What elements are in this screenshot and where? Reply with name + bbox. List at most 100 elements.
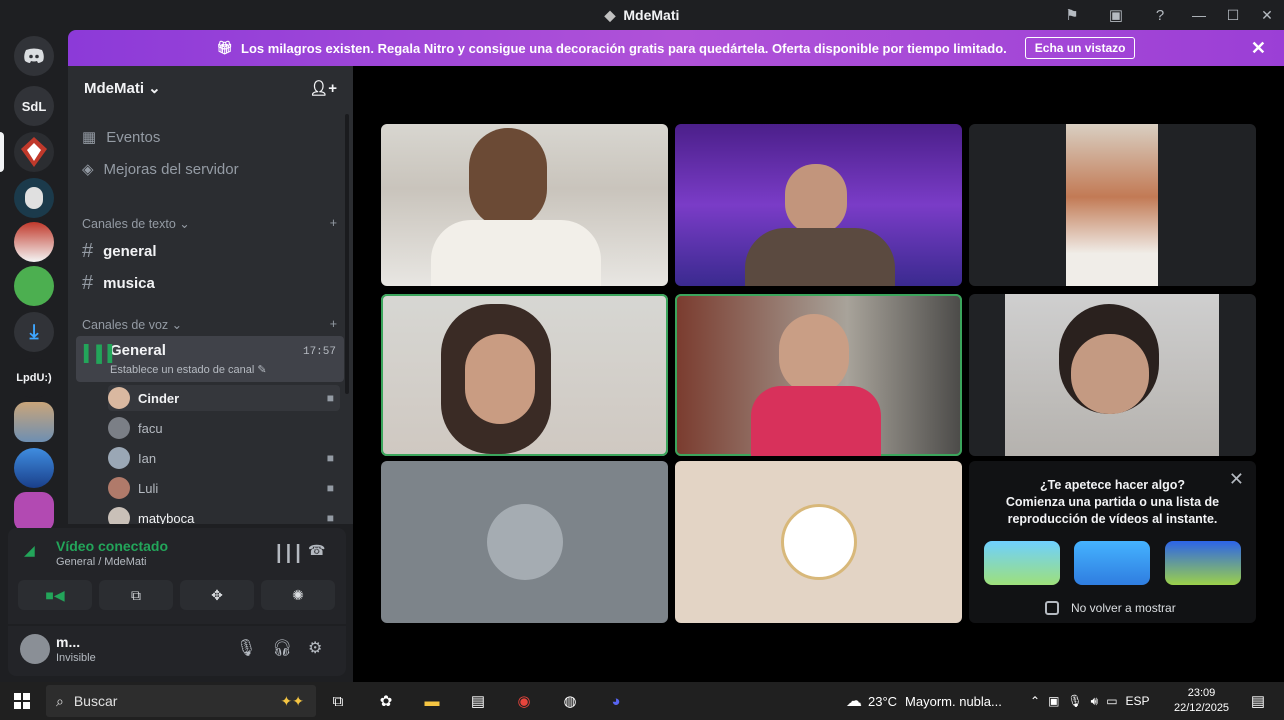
- taskbar-search[interactable]: ⌕ Buscar ✦✦: [46, 685, 316, 717]
- clock[interactable]: 23:09 22/12/2025: [1174, 682, 1229, 720]
- voice-member[interactable]: matyboca ■: [108, 505, 340, 524]
- microphone-icon[interactable]: 🎙︎: [236, 638, 256, 658]
- chrome-icon[interactable]: ◉: [510, 688, 538, 714]
- settings-gear-icon[interactable]: ⚙︎: [308, 638, 322, 658]
- channel-status[interactable]: Establece un estado de canal ✎: [110, 363, 336, 376]
- activity-message: ¿Te apetece hacer algo? Comienza una par…: [1005, 478, 1220, 526]
- guild-icon-4[interactable]: [14, 222, 54, 262]
- guild-mdemati[interactable]: [14, 132, 54, 172]
- nav-events[interactable]: ▦ Eventos: [82, 128, 160, 147]
- video-tile[interactable]: [969, 124, 1256, 286]
- notifications-icon[interactable]: ▤: [1244, 688, 1272, 714]
- gift-icon: 🎁︎: [216, 40, 234, 55]
- sidebar-scrollbar[interactable]: [345, 114, 349, 394]
- activity-game-tile[interactable]: [1074, 541, 1150, 585]
- video-tile[interactable]: [675, 124, 962, 286]
- activities-button[interactable]: ✥: [180, 580, 254, 610]
- voice-member[interactable]: Ian ■: [108, 445, 340, 471]
- connection-signal-icon: ◢: [24, 542, 35, 558]
- cloud-icon: ☁︎: [846, 693, 862, 710]
- close-icon[interactable]: ✕: [1251, 38, 1266, 59]
- channel-musica[interactable]: # musica: [82, 272, 155, 295]
- chevron-up-icon[interactable]: ⌃: [1030, 694, 1040, 708]
- activities-icon: ✥: [211, 586, 223, 603]
- obs-icon[interactable]: ◍: [556, 688, 584, 714]
- network-icon[interactable]: ▭: [1106, 694, 1117, 708]
- guild-icon-5[interactable]: [14, 266, 54, 306]
- activity-game-tile[interactable]: [984, 541, 1060, 585]
- call-duration: 17:57: [302, 346, 336, 358]
- chevron-down-icon: ⌄: [148, 80, 161, 97]
- flag-icon[interactable]: ⚑: [1050, 0, 1094, 30]
- category-voice[interactable]: Canales de voz ⌄ +: [82, 317, 337, 332]
- activity-suggestion-card: ✕ ¿Te apetece hacer algo? Comienza una p…: [969, 461, 1256, 623]
- tray-app-icon[interactable]: ▣: [1048, 694, 1059, 708]
- avatar[interactable]: [20, 634, 50, 664]
- mic-tray-icon[interactable]: 🎙︎: [1067, 694, 1082, 708]
- headphones-icon[interactable]: 🎧︎: [272, 638, 292, 658]
- soundboard-button[interactable]: ✺: [261, 580, 335, 610]
- discord-home-icon[interactable]: [14, 36, 54, 76]
- guild-sdl[interactable]: SdL: [14, 86, 54, 126]
- windows-start-icon[interactable]: [8, 688, 36, 714]
- voice-member[interactable]: Cinder ■: [108, 385, 340, 411]
- category-text[interactable]: Canales de texto ⌄ +: [82, 216, 337, 231]
- volume-icon[interactable]: 🔊︎: [1091, 694, 1099, 709]
- activity-game-tile[interactable]: [1165, 541, 1241, 585]
- voice-member[interactable]: Luli ■: [108, 475, 340, 501]
- guild-icon-8[interactable]: [14, 448, 54, 488]
- server-header[interactable]: MdeMati ⌄ 👤︎+: [68, 66, 353, 110]
- avatar: [108, 447, 130, 469]
- voice-channel-general[interactable]: ▍▌▍ General Establece un estado de canal…: [76, 336, 344, 382]
- copilot-icon[interactable]: ✿: [372, 688, 400, 714]
- speaker-icon: ▍▌▍: [84, 346, 120, 363]
- camera-icon: ■: [326, 511, 334, 524]
- inbox-icon[interactable]: ▣: [1094, 0, 1138, 30]
- system-tray: ⌃ ▣ 🎙︎ 🔊︎ ▭ ESP: [1030, 682, 1150, 720]
- add-channel-icon[interactable]: +: [330, 317, 337, 332]
- file-explorer-icon[interactable]: ▬: [418, 688, 446, 714]
- guild-lpdu[interactable]: LpdU:): [14, 358, 54, 398]
- channel-sidebar: MdeMati ⌄ 👤︎+ ▦ Eventos ◈ Mejoras del serv…: [68, 66, 353, 524]
- disconnect-icon[interactable]: ☎︎: [308, 542, 325, 559]
- boost-icon: ◈: [82, 161, 94, 178]
- user-panel: m... Invisible 🎙︎ 🎧︎ ⚙︎: [8, 626, 346, 676]
- video-tile-camera-off[interactable]: [381, 461, 668, 623]
- add-channel-icon[interactable]: +: [330, 216, 337, 231]
- nav-server-boosts[interactable]: ◈ Mejoras del servidor: [82, 160, 239, 179]
- language-indicator[interactable]: ESP: [1126, 694, 1150, 708]
- camera-button[interactable]: ■◀: [18, 580, 92, 610]
- selected-pill: [0, 132, 4, 172]
- minimize-button[interactable]: —: [1182, 0, 1216, 30]
- video-tile[interactable]: [969, 294, 1256, 456]
- share-screen-button[interactable]: ⧉: [99, 580, 173, 610]
- video-tile-camera-off[interactable]: [675, 461, 962, 623]
- dont-show-checkbox[interactable]: No volver a mostrar: [1045, 601, 1176, 615]
- guild-icon-7[interactable]: [14, 402, 54, 442]
- help-icon[interactable]: ?: [1138, 0, 1182, 30]
- video-tile-speaking[interactable]: [381, 294, 668, 456]
- guild-icon-9[interactable]: [14, 492, 54, 532]
- video-tile[interactable]: [381, 124, 668, 286]
- hash-icon: #: [82, 240, 94, 262]
- avatar: [108, 507, 130, 524]
- weather-widget[interactable]: ☁︎ 23°C Mayorm. nubla...: [846, 682, 1002, 720]
- invite-people-icon[interactable]: 👤︎+: [309, 79, 337, 97]
- discord-taskbar-icon[interactable]: ◕: [602, 688, 630, 714]
- soundboard-icon: ✺: [292, 586, 304, 603]
- maximize-button[interactable]: ☐: [1216, 0, 1250, 30]
- guild-icon-3[interactable]: [14, 178, 54, 218]
- banner-cta-button[interactable]: Echa un vistazo: [1024, 37, 1136, 59]
- voice-member[interactable]: facu: [108, 415, 340, 441]
- channel-general[interactable]: # general: [82, 240, 156, 263]
- avatar: [486, 504, 563, 580]
- video-tile-speaking[interactable]: [675, 294, 962, 456]
- nitro-banner: 🎁︎ Los milagros existen. Regala Nitro y …: [68, 30, 1284, 66]
- noise-suppression-icon[interactable]: ┃┃┃: [274, 544, 303, 564]
- download-apps-icon[interactable]: ⤓: [14, 312, 54, 352]
- app-icon[interactable]: ▤: [464, 688, 492, 714]
- hash-icon: #: [82, 272, 94, 294]
- server-logo-icon: ◆: [604, 6, 616, 23]
- task-view-icon[interactable]: ⧉: [324, 688, 352, 714]
- close-window-button[interactable]: ✕: [1250, 0, 1284, 30]
